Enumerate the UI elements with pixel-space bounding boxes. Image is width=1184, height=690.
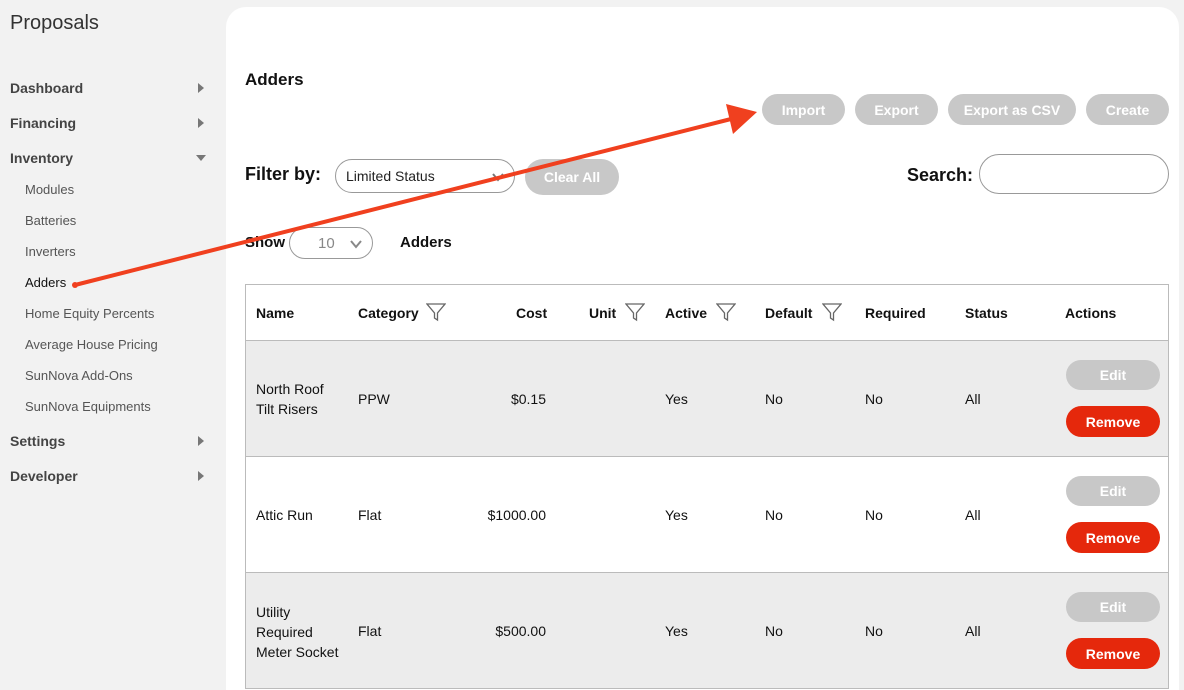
sidebar-item-inventory[interactable]: Inventory <box>10 147 210 169</box>
table-row: North Roof Tilt Risers PPW $0.15 Yes No … <box>245 341 1169 457</box>
cell-category: Flat <box>358 623 382 639</box>
column-header-actions: Actions <box>1065 305 1117 321</box>
sidebar-item-label: Dashboard <box>10 80 84 96</box>
cell-category: PPW <box>358 391 390 407</box>
cell-name-line: Tilt Risers <box>256 401 318 417</box>
filter-funnel-icon[interactable] <box>625 302 645 322</box>
cell-default: No <box>765 623 783 639</box>
cell-cost: $0.15 <box>510 391 546 407</box>
clear-all-button[interactable]: Clear All <box>525 159 619 195</box>
import-button[interactable]: Import <box>762 94 845 125</box>
status-filter-value: Limited Status <box>346 168 435 184</box>
filter-funnel-icon[interactable] <box>822 302 842 322</box>
column-header-required[interactable]: Required <box>865 305 926 321</box>
cell-name-line: Utility <box>256 604 291 620</box>
column-header-default[interactable]: Default <box>765 305 812 321</box>
cell-status: All <box>965 391 981 407</box>
cell-status: All <box>965 507 981 523</box>
cell-name: Utility Required Meter Socket <box>256 602 338 662</box>
sidebar-item-label: Financing <box>10 115 77 131</box>
table-header: Name Category Cost Unit Active Default R… <box>245 284 1169 341</box>
sidebar-item-label: Settings <box>10 433 66 449</box>
cell-active: Yes <box>665 507 688 523</box>
table-row: Utility Required Meter Socket Flat $500.… <box>245 573 1169 689</box>
app-title: Proposals <box>10 12 99 34</box>
create-button[interactable]: Create <box>1086 94 1169 125</box>
chevron-right-icon <box>198 471 204 481</box>
remove-button[interactable]: Remove <box>1066 406 1160 437</box>
sidebar-item-label: Inventory <box>10 150 74 166</box>
search-input[interactable] <box>979 154 1169 194</box>
cell-default: No <box>765 507 783 523</box>
chevron-down-icon <box>492 173 504 182</box>
cell-required: No <box>865 391 883 407</box>
table-row: Attic Run Flat $1000.00 Yes No No All Ed… <box>245 457 1169 573</box>
edit-button[interactable]: Edit <box>1066 476 1160 506</box>
cell-status: All <box>965 623 981 639</box>
remove-button[interactable]: Remove <box>1066 638 1160 669</box>
cell-name: Attic Run <box>256 505 313 525</box>
edit-button[interactable]: Edit <box>1066 360 1160 390</box>
column-header-active[interactable]: Active <box>665 305 707 321</box>
sidebar-item-financing[interactable]: Financing <box>10 112 210 134</box>
cell-cost: $1000.00 <box>487 507 546 523</box>
cell-active: Yes <box>665 623 688 639</box>
cell-name: North Roof Tilt Risers <box>256 379 324 419</box>
cell-required: No <box>865 507 883 523</box>
main-panel: Adders Import Export Export as CSV Creat… <box>226 7 1179 690</box>
filter-label: Filter by: <box>245 164 322 184</box>
sidebar-item-average-house-pricing[interactable]: Average House Pricing <box>25 337 158 352</box>
chevron-right-icon <box>198 436 204 446</box>
cell-name-line: North Roof <box>256 381 324 397</box>
sidebar-item-adders[interactable]: Adders <box>25 275 66 290</box>
sidebar-item-settings[interactable]: Settings <box>10 430 210 452</box>
chevron-right-icon <box>198 118 204 128</box>
sidebar-item-label: Developer <box>10 468 78 484</box>
sidebar-item-inverters[interactable]: Inverters <box>25 244 76 259</box>
cell-cost: $500.00 <box>495 623 546 639</box>
cell-active: Yes <box>665 391 688 407</box>
sidebar-item-developer[interactable]: Developer <box>10 465 210 487</box>
chevron-down-icon <box>196 155 206 161</box>
edit-button[interactable]: Edit <box>1066 592 1160 622</box>
column-header-cost[interactable]: Cost <box>516 305 547 321</box>
status-filter-select[interactable]: Limited Status <box>335 159 515 193</box>
export-csv-button[interactable]: Export as CSV <box>948 94 1076 125</box>
adders-table: Name Category Cost Unit Active Default R… <box>245 284 1169 689</box>
cell-category: Flat <box>358 507 382 523</box>
filter-funnel-icon[interactable] <box>426 302 446 322</box>
column-header-unit[interactable]: Unit <box>589 305 616 321</box>
cell-name-line: Meter Socket <box>256 644 339 660</box>
sidebar-item-sunnova-equipments[interactable]: SunNova Equipments <box>25 399 151 414</box>
cell-name-line: Attic Run <box>256 507 313 523</box>
cell-required: No <box>865 623 883 639</box>
sidebar-item-dashboard[interactable]: Dashboard <box>10 77 210 99</box>
cell-default: No <box>765 391 783 407</box>
column-header-name[interactable]: Name <box>256 305 294 321</box>
sidebar-item-home-equity-percents[interactable]: Home Equity Percents <box>25 306 154 321</box>
sidebar: Proposals Dashboard Financing Inventory … <box>0 0 222 690</box>
search-label: Search: <box>907 165 974 185</box>
sidebar-item-batteries[interactable]: Batteries <box>25 213 76 228</box>
remove-button[interactable]: Remove <box>1066 522 1160 553</box>
show-label: Show <box>245 234 285 251</box>
export-button[interactable]: Export <box>855 94 938 125</box>
page-title: Adders <box>245 70 304 89</box>
sidebar-item-modules[interactable]: Modules <box>25 182 74 197</box>
column-header-category[interactable]: Category <box>358 305 419 321</box>
column-header-status[interactable]: Status <box>965 305 1008 321</box>
filter-funnel-icon[interactable] <box>716 302 736 322</box>
page-size-suffix: Adders <box>400 234 452 251</box>
page-size-select[interactable]: 10 <box>289 227 373 259</box>
sidebar-item-sunnova-add-ons[interactable]: SunNova Add-Ons <box>25 368 133 383</box>
chevron-right-icon <box>198 83 204 93</box>
page-size-value: 10 <box>318 234 335 252</box>
chevron-down-icon <box>350 240 362 249</box>
cell-name-line: Required <box>256 624 313 640</box>
